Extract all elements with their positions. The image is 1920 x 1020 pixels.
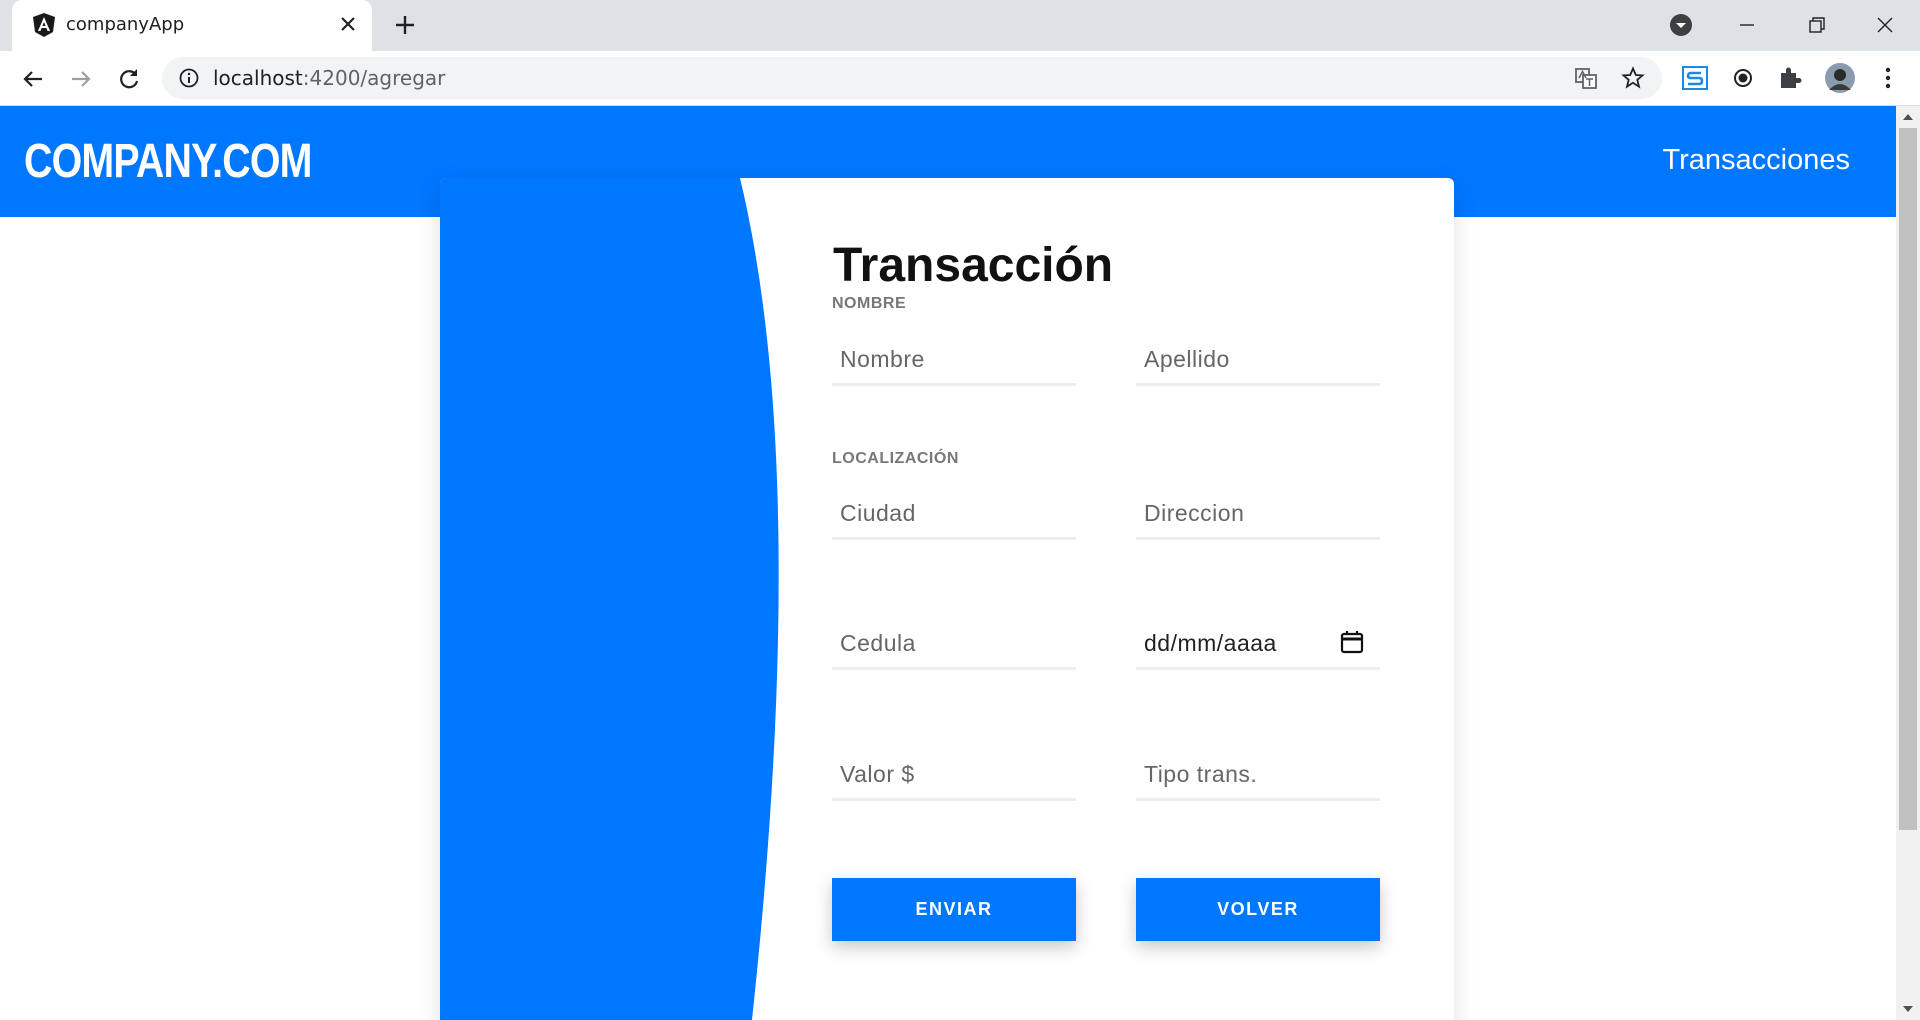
extensions-puzzle-icon[interactable] bbox=[1776, 64, 1804, 92]
transaction-card: Transacción NOMBRE LOCALIZACIÓN dd/mm/aa… bbox=[440, 178, 1454, 1020]
volver-button[interactable]: VOLVER bbox=[1136, 878, 1380, 941]
nombre-field bbox=[832, 336, 1076, 386]
restore-icon[interactable] bbox=[1802, 10, 1832, 40]
page-viewport: COMPANY.COM Transacciones Transacción NO… bbox=[0, 106, 1896, 1020]
card-wave-panel bbox=[440, 178, 779, 1020]
page-scrollbar[interactable] bbox=[1896, 106, 1920, 1020]
tipo-field bbox=[1136, 751, 1380, 801]
section-label-nombre: NOMBRE bbox=[832, 295, 907, 312]
nombre-input[interactable] bbox=[832, 336, 1076, 382]
form-title: Transacción bbox=[833, 239, 1114, 292]
close-tab-icon[interactable] bbox=[336, 12, 360, 36]
new-tab-icon[interactable] bbox=[392, 12, 418, 38]
browser-tab[interactable]: companyApp bbox=[12, 0, 372, 51]
tab-search-icon[interactable] bbox=[1666, 10, 1696, 40]
extension-record-icon[interactable] bbox=[1729, 64, 1757, 92]
info-icon[interactable] bbox=[178, 67, 200, 89]
close-window-icon[interactable] bbox=[1870, 10, 1900, 40]
valor-field bbox=[832, 751, 1076, 801]
scroll-up-icon[interactable] bbox=[1902, 112, 1914, 122]
url-path: :4200/agregar bbox=[302, 66, 446, 90]
section-label-localizacion: LOCALIZACIÓN bbox=[832, 450, 959, 467]
valor-input[interactable] bbox=[832, 751, 1076, 797]
ciudad-field bbox=[832, 490, 1076, 540]
menu-dots-icon[interactable] bbox=[1874, 64, 1902, 92]
extension-s-icon[interactable] bbox=[1681, 64, 1709, 92]
browser-toolbar: localhost:4200/agregar bbox=[0, 51, 1920, 106]
enviar-button[interactable]: ENVIAR bbox=[832, 878, 1076, 941]
forward-arrow-icon[interactable] bbox=[66, 64, 96, 94]
fecha-field[interactable]: dd/mm/aaaa bbox=[1136, 620, 1380, 670]
fecha-input[interactable]: dd/mm/aaaa bbox=[1144, 630, 1277, 657]
direccion-input[interactable] bbox=[1136, 490, 1380, 536]
calendar-icon[interactable] bbox=[1338, 628, 1366, 656]
brand-logo[interactable]: COMPANY.COM bbox=[24, 134, 312, 189]
scroll-down-icon[interactable] bbox=[1902, 1004, 1914, 1014]
scroll-thumb[interactable] bbox=[1899, 128, 1917, 830]
minimize-icon[interactable] bbox=[1732, 10, 1762, 40]
tab-title: companyApp bbox=[66, 14, 185, 35]
address-bar[interactable]: localhost:4200/agregar bbox=[162, 57, 1662, 99]
cedula-input[interactable] bbox=[832, 620, 1076, 666]
ciudad-input[interactable] bbox=[832, 490, 1076, 536]
apellido-field bbox=[1136, 336, 1380, 386]
direccion-field bbox=[1136, 490, 1380, 540]
tipo-input[interactable] bbox=[1136, 751, 1380, 797]
browser-tab-bar: companyApp bbox=[0, 0, 1920, 51]
cedula-field bbox=[832, 620, 1076, 670]
reload-icon[interactable] bbox=[114, 64, 144, 94]
back-arrow-icon[interactable] bbox=[18, 64, 48, 94]
url-host: localhost bbox=[213, 66, 303, 90]
bookmark-star-icon[interactable] bbox=[1621, 66, 1645, 90]
apellido-input[interactable] bbox=[1136, 336, 1380, 382]
url-text: localhost:4200/agregar bbox=[213, 66, 445, 90]
nav-link-transacciones[interactable]: Transacciones bbox=[1662, 144, 1850, 177]
translate-icon[interactable] bbox=[1574, 66, 1598, 90]
profile-avatar[interactable] bbox=[1824, 62, 1856, 94]
angular-icon bbox=[33, 13, 55, 37]
